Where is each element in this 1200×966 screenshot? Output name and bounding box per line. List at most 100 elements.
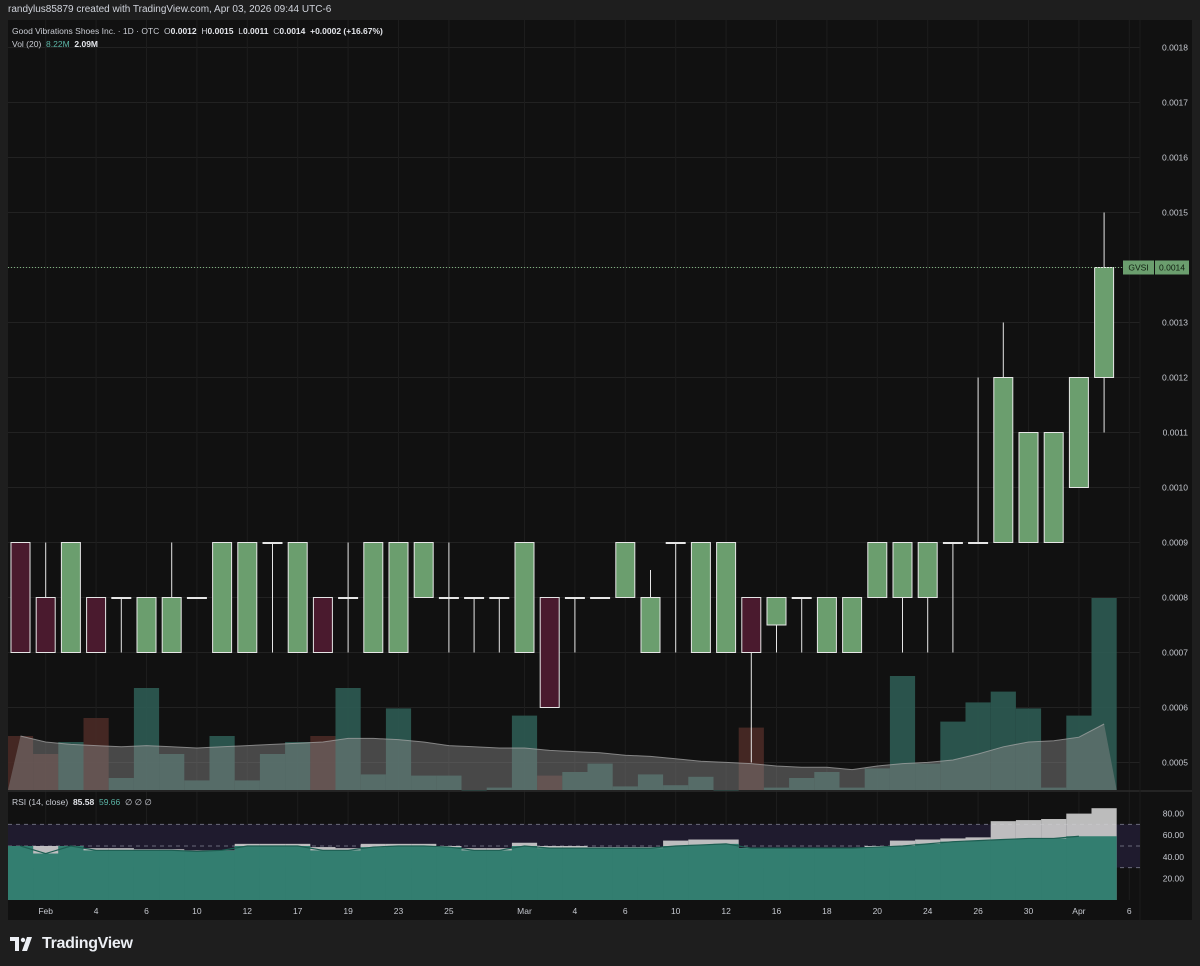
time-tick-label: 6 bbox=[1127, 906, 1132, 916]
price-tick-label: 0.0013 bbox=[1162, 318, 1188, 328]
rsi-legend: RSI (14, close) 85.58 59.66 ∅ ∅ ∅ bbox=[12, 797, 152, 808]
low-value: 0.0011 bbox=[242, 26, 269, 36]
candle-body bbox=[338, 597, 359, 599]
time-tick-label: 23 bbox=[394, 906, 404, 916]
rsi-value: 85.58 bbox=[72, 797, 95, 807]
candle-body bbox=[186, 597, 207, 599]
ohlc-legend: Good Vibrations Shoes Inc. · 1D · OTC O0… bbox=[12, 26, 383, 36]
candle-body bbox=[791, 597, 812, 599]
volume-value: 8.22M bbox=[46, 39, 70, 49]
price-tick-label: 0.0007 bbox=[1162, 648, 1188, 658]
candle-body bbox=[842, 597, 863, 653]
candle-body bbox=[942, 542, 963, 544]
time-tick-label: 17 bbox=[293, 906, 303, 916]
candle-body bbox=[590, 597, 611, 599]
candle-body bbox=[35, 597, 56, 653]
rsi-tick-label: 60.00 bbox=[1163, 830, 1185, 840]
open-label: O bbox=[164, 26, 171, 36]
interval-exchange: · 1D · OTC bbox=[117, 26, 160, 36]
tradingview-logo-icon bbox=[10, 937, 32, 951]
rsi-label: RSI (14, close) bbox=[12, 797, 69, 807]
change-value: +0.0002 (+16.67%) bbox=[310, 26, 383, 36]
top-bar: randylus85879 created with TradingView.c… bbox=[0, 0, 1200, 20]
candle-body bbox=[1043, 432, 1064, 543]
open-value: 0.0012 bbox=[170, 26, 197, 36]
candle-body bbox=[438, 597, 459, 599]
time-tick-label: 4 bbox=[573, 906, 578, 916]
volume-bar bbox=[713, 790, 739, 791]
candle-body bbox=[262, 542, 283, 544]
candle-body bbox=[212, 542, 233, 653]
candle-body bbox=[1018, 432, 1039, 543]
candle-body bbox=[312, 597, 333, 653]
time-tick-label: 6 bbox=[623, 906, 628, 916]
high-value: 0.0015 bbox=[207, 26, 234, 36]
candle-body bbox=[615, 542, 636, 598]
candle-body bbox=[10, 542, 31, 653]
time-tick-label: 6 bbox=[144, 906, 149, 916]
rsi-ma-value: 59.66 bbox=[98, 797, 121, 807]
time-tick-label: Apr bbox=[1072, 906, 1085, 916]
candle-body bbox=[86, 597, 107, 653]
price-tick-label: 0.0010 bbox=[1162, 483, 1188, 493]
candle-body bbox=[640, 597, 661, 653]
candle-body bbox=[413, 542, 434, 598]
candle-body bbox=[539, 597, 560, 708]
candle-body bbox=[388, 542, 409, 653]
time-tick-label: 18 bbox=[822, 906, 832, 916]
candle-body bbox=[1094, 267, 1115, 378]
rsi-extra: ∅ ∅ ∅ bbox=[124, 797, 152, 807]
tradingview-logo[interactable]: TradingView bbox=[10, 935, 133, 953]
symbol-name: Good Vibrations Shoes Inc. bbox=[12, 26, 116, 36]
time-tick-label: 16 bbox=[772, 906, 782, 916]
time-tick-label: 12 bbox=[243, 906, 253, 916]
volume-ma-value: 2.09M bbox=[74, 39, 99, 49]
candle-body bbox=[741, 597, 762, 653]
time-tick-label: 25 bbox=[444, 906, 454, 916]
volume-label: Vol (20) bbox=[12, 39, 42, 49]
time-tick-label: 30 bbox=[1024, 906, 1034, 916]
rsi-tick-label: 40.00 bbox=[1163, 852, 1185, 862]
price-tick-label: 0.0005 bbox=[1162, 758, 1188, 768]
volume-legend: Vol (20) 8.22M 2.09M bbox=[12, 39, 98, 49]
price-tick-label: 0.0006 bbox=[1162, 703, 1188, 713]
rsi-tick-label: 80.00 bbox=[1163, 809, 1185, 819]
candle-body bbox=[867, 542, 888, 598]
candle-body bbox=[917, 542, 938, 598]
rsi-tick-label: 20.00 bbox=[1163, 873, 1185, 883]
candle-body bbox=[136, 597, 157, 653]
candle-body bbox=[993, 377, 1014, 543]
time-tick-label: 4 bbox=[94, 906, 99, 916]
time-tick-label: 10 bbox=[192, 906, 202, 916]
volume-bar bbox=[461, 790, 487, 791]
price-tick-label: 0.0012 bbox=[1162, 373, 1188, 383]
price-tick-label: 0.0018 bbox=[1162, 43, 1188, 53]
time-tick-label: 12 bbox=[721, 906, 731, 916]
candle-body bbox=[1068, 377, 1089, 488]
time-tick-label: Mar bbox=[517, 906, 532, 916]
candle-body bbox=[564, 597, 585, 599]
candle-body bbox=[464, 597, 485, 599]
time-tick-label: 26 bbox=[973, 906, 983, 916]
candle-body bbox=[489, 597, 510, 599]
ticker-tag: GVSI bbox=[1128, 263, 1148, 273]
candle-body bbox=[111, 597, 132, 599]
price-tick-label: 0.0017 bbox=[1162, 98, 1188, 108]
price-tick-label: 0.0009 bbox=[1162, 538, 1188, 548]
chart-frame[interactable]: 0.0018 0.0017 0.0016 0.0015 0.0014 0.0013 0.00… bbox=[8, 20, 1192, 920]
candle-body bbox=[716, 542, 737, 653]
price-tick-label: 0.0011 bbox=[1163, 428, 1189, 438]
footer: TradingView bbox=[0, 920, 1200, 966]
chart-canvas[interactable]: 0.0018 0.0017 0.0016 0.0015 0.0014 0.0013 0.00… bbox=[8, 20, 1192, 920]
time-tick-label: 24 bbox=[923, 906, 933, 916]
attribution-text: randylus85879 created with TradingView.c… bbox=[8, 4, 332, 15]
price-tag: 0.0014 bbox=[1159, 263, 1185, 273]
candle-body bbox=[766, 597, 787, 626]
time-tick-label: 20 bbox=[873, 906, 883, 916]
time-tick-label: 10 bbox=[671, 906, 681, 916]
time-tick-label: Feb bbox=[38, 906, 53, 916]
candle-body bbox=[237, 542, 258, 653]
candle-body bbox=[968, 542, 989, 544]
close-value: 0.0014 bbox=[279, 26, 306, 36]
candle-body bbox=[363, 542, 384, 653]
